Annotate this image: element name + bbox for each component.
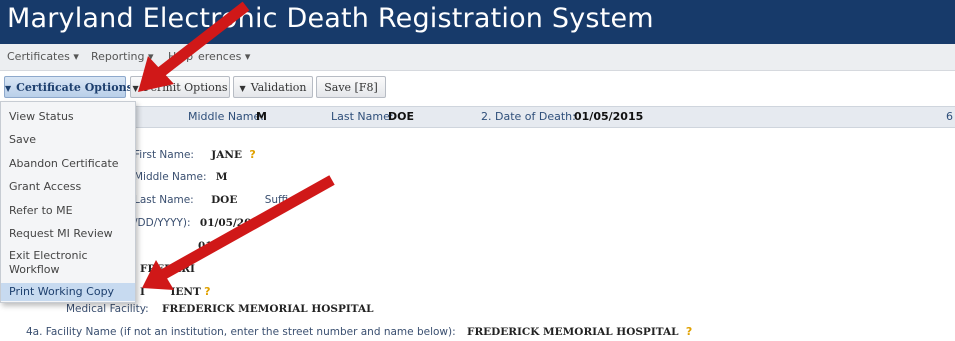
arrow-to-certificate-options [138, 1, 250, 92]
annotation-arrows [138, 1, 335, 290]
arrow-to-print-working-copy [142, 175, 335, 290]
